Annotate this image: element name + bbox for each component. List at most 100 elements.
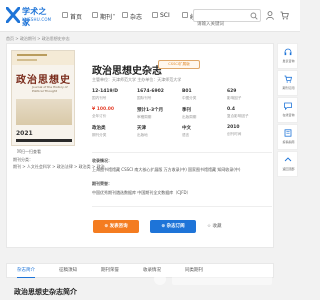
info-value: B01 bbox=[182, 89, 192, 94]
price-value: ¥ 100.00 bbox=[92, 107, 115, 112]
honors-list: 中国优秀期刊遴选数据库 中国期刊全文数据库（CJFD） bbox=[92, 190, 191, 195]
divider bbox=[92, 152, 272, 153]
subscribe-button[interactable]: ⊕ 杂志订阅 bbox=[150, 220, 196, 233]
nav-magazines[interactable]: 杂志 bbox=[118, 0, 148, 32]
info-key: 出版周期 bbox=[182, 115, 197, 119]
side-guide[interactable]: 投稿指南 bbox=[277, 124, 298, 150]
nav-journals[interactable]: 期刊 ▾ bbox=[88, 0, 118, 32]
journal-sponsors: 主管单位：天津师范大学 主办单位：天津师范大学 bbox=[92, 77, 182, 82]
home-icon bbox=[62, 12, 68, 18]
honors-label: 期刊荣誉： bbox=[92, 181, 112, 186]
search-input[interactable] bbox=[194, 19, 246, 30]
experience-icon bbox=[182, 12, 188, 18]
tab-honors[interactable]: 期刊荣誉 bbox=[101, 264, 119, 278]
cover-title: 政治思想史 bbox=[16, 75, 71, 86]
info-value: 1674-6902 bbox=[137, 89, 164, 94]
info-key: 出版地 bbox=[137, 133, 148, 137]
info-key: 期刊分类 bbox=[92, 133, 107, 137]
info-cell: 12-1419/D 国内刊号 bbox=[92, 89, 134, 101]
nav-sci[interactable]: SCI bbox=[148, 0, 178, 32]
side-label: 投稿指南 bbox=[282, 140, 295, 144]
info-value: 预计1-3个月 bbox=[137, 108, 164, 113]
indexed-list: 上海图书馆馆藏 CSSCI 南大核心扩展版 万方收录(中) 国家图书馆馆藏 知网… bbox=[92, 167, 241, 172]
info-key: 中图分类 bbox=[182, 96, 197, 100]
indexed-label: 收录情况： bbox=[92, 158, 112, 163]
side-label: 在线咨询 bbox=[282, 113, 295, 117]
cover-year: 2021 bbox=[16, 130, 33, 137]
info-cell: 季刊 出版周期 bbox=[182, 107, 224, 120]
info-cell: 中文 语言 bbox=[182, 125, 224, 138]
info-key: 影响因子 bbox=[227, 96, 242, 100]
info-cell: 0.4 复合影响因子 bbox=[227, 107, 269, 119]
side-label: 发表咨询 bbox=[282, 59, 295, 63]
info-value: 季刊 bbox=[182, 108, 191, 113]
qr-label: 扫一扫查看 bbox=[21, 149, 41, 154]
divider bbox=[92, 206, 272, 207]
nav-label: 期刊 bbox=[100, 14, 113, 21]
info-cell: 2010 创刊时间 bbox=[227, 125, 269, 137]
watermark-logo bbox=[154, 273, 272, 285]
top-header: 学术之家 XUESHU.COM 首页 期刊 ▾ 杂志 SCI 经验 ▾ bbox=[0, 0, 300, 32]
intro-heading: 政治思想史杂志简介 bbox=[14, 288, 77, 296]
search-icon[interactable] bbox=[250, 12, 258, 20]
info-value: 中文 bbox=[182, 126, 191, 131]
search-box bbox=[193, 9, 261, 30]
category-label: 期刊分类： bbox=[13, 157, 33, 162]
chat-icon bbox=[284, 102, 292, 110]
cover-header-band bbox=[12, 51, 74, 65]
headset-icon bbox=[284, 48, 292, 56]
info-value: 12-1419/D bbox=[92, 89, 119, 94]
cssci-badge: CSSCI扩展版 bbox=[158, 60, 200, 69]
journal-card: 政治思想史 Journal of the History of Politica… bbox=[6, 43, 274, 248]
cart-icon bbox=[284, 75, 292, 83]
nav-label: 首页 bbox=[70, 14, 83, 21]
journal-icon bbox=[92, 12, 98, 18]
info-value: 政治类 bbox=[92, 126, 106, 131]
journal-cover: 政治思想史 Journal of the History of Politica… bbox=[11, 50, 75, 146]
nav-label: SCI bbox=[160, 12, 170, 19]
user-icon[interactable] bbox=[266, 11, 274, 20]
book-icon bbox=[284, 129, 292, 137]
logo-mark-icon bbox=[6, 7, 20, 23]
side-label: 期刊订阅 bbox=[282, 86, 295, 90]
info-key: 语言 bbox=[182, 133, 190, 137]
info-cell: ¥ 100.00 全年订价 bbox=[92, 107, 134, 119]
nav-home[interactable]: 首页 bbox=[58, 0, 88, 32]
side-back-to-top[interactable]: 返回顶部 bbox=[277, 151, 298, 177]
side-subscribe[interactable]: 期刊订阅 bbox=[277, 70, 298, 96]
info-key: 审稿周期 bbox=[137, 115, 152, 119]
info-value: 0.4 bbox=[227, 107, 235, 112]
info-key: 全年订价 bbox=[92, 114, 107, 118]
nav-label: 杂志 bbox=[130, 14, 143, 21]
tab-submission[interactable]: 征稿须知 bbox=[59, 264, 77, 278]
breadcrumb[interactable]: 首页 > 政治期刊 > 政治思想史杂志 bbox=[6, 36, 70, 42]
info-key: 国际刊号 bbox=[137, 96, 152, 100]
cart-icon[interactable] bbox=[280, 11, 289, 20]
main-nav: 首页 期刊 ▾ 杂志 SCI 经验 ▾ bbox=[58, 0, 208, 32]
cover-artwork bbox=[16, 99, 72, 125]
journal-title: 政治思想史杂志 bbox=[92, 66, 162, 77]
cover-english-title: Journal of the History of Political Thou… bbox=[32, 85, 68, 93]
sci-icon bbox=[152, 12, 158, 18]
tab-intro[interactable]: 杂志简介 bbox=[17, 264, 35, 278]
info-cell: 天津 出版地 bbox=[137, 125, 179, 138]
info-value: 天津 bbox=[137, 126, 146, 131]
side-online-chat[interactable]: 在线咨询 bbox=[277, 97, 298, 123]
side-label: 返回顶部 bbox=[282, 167, 295, 171]
title-row: 政治思想史杂志 CSSCI扩展版 bbox=[92, 59, 200, 78]
site-logo[interactable]: 学术之家 XUESHU.COM bbox=[6, 6, 52, 27]
info-cell: 629 影响因子 bbox=[227, 89, 269, 101]
info-key: 创刊时间 bbox=[227, 132, 242, 136]
info-cell: 政治类 期刊分类 bbox=[92, 125, 134, 138]
logo-domain: XUESHU.COM bbox=[22, 17, 52, 22]
favorite-button[interactable]: ☆ 收藏 bbox=[207, 220, 221, 233]
submit-consult-button[interactable]: ⊕ 发表咨询 bbox=[93, 220, 139, 233]
chevron-down-icon: ▾ bbox=[113, 12, 116, 17]
category-path[interactable]: 期刊 > 人文社会科学 > 政治法律 > 政治类 > 政治 bbox=[13, 164, 105, 170]
cover-bottom-band bbox=[16, 139, 72, 142]
info-cell: 预计1-3个月 审稿周期 bbox=[137, 107, 179, 120]
side-submit-consult[interactable]: 发表咨询 bbox=[277, 43, 298, 69]
info-cell: 1674-6902 国际刊号 bbox=[137, 89, 179, 101]
info-value: 629 bbox=[227, 89, 237, 94]
info-cell: B01 中图分类 bbox=[182, 89, 224, 101]
